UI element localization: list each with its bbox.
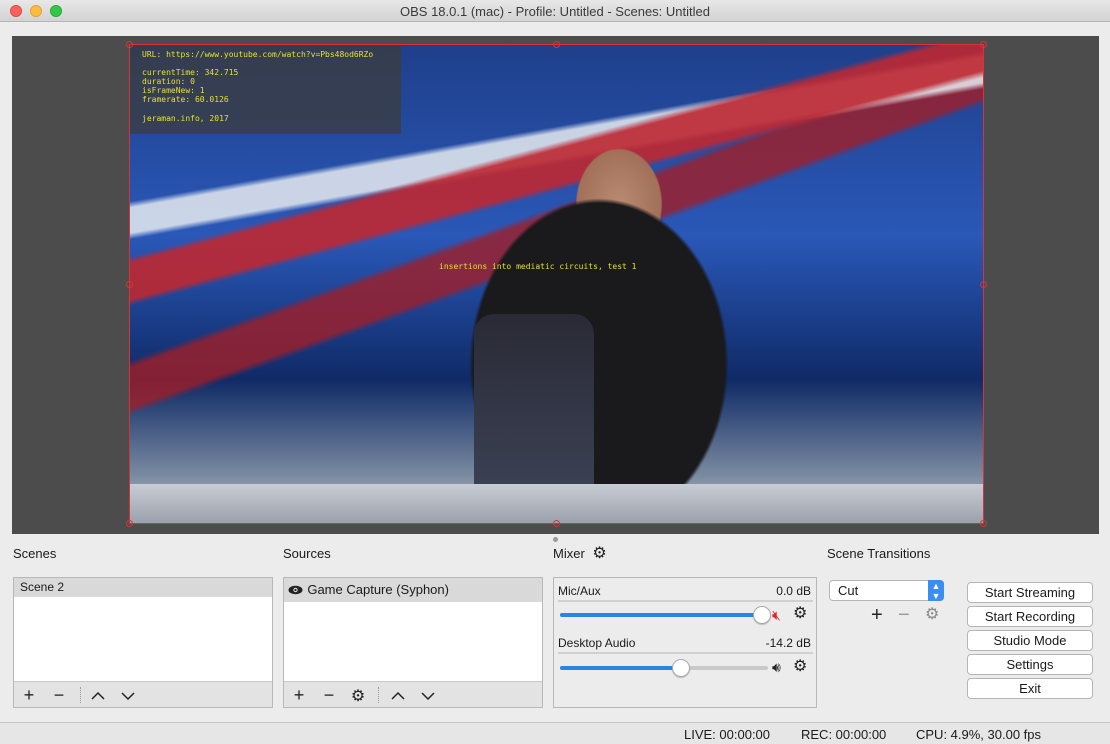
move-scene-up-button[interactable] — [88, 685, 108, 705]
add-source-button[interactable]: + — [289, 685, 309, 705]
mixer-title: Mixer ⚙ — [553, 546, 607, 562]
remove-source-button[interactable]: − — [319, 685, 339, 705]
scene-transitions-title: Scene Transitions — [827, 546, 931, 561]
exit-button[interactable]: Exit — [967, 678, 1093, 699]
audio-mixer: Mic/Aux 0.0 dB 🔇︎ ⚙ Desktop Audio -14.2 … — [553, 577, 817, 708]
overlay-duration-line: duration: 0 — [142, 77, 195, 86]
window-title: OBS 18.0.1 (mac) - Profile: Untitled - S… — [400, 4, 710, 19]
add-scene-button[interactable]: + — [19, 685, 39, 705]
mic-aux-slider-knob[interactable] — [752, 606, 771, 624]
desktop-audio-meter — [558, 652, 813, 654]
scene-item[interactable]: Scene 2 — [14, 578, 272, 597]
scenes-title: Scenes — [13, 546, 57, 561]
mic-aux-settings-button[interactable]: ⚙ — [793, 606, 807, 622]
chevron-up-icon — [391, 691, 405, 700]
video-source-frame[interactable]: URL: https://www.youtube.com/watch?v=Pbs… — [129, 44, 984, 524]
scenes-toolbar: + − — [14, 681, 272, 707]
move-source-up-button[interactable] — [388, 685, 408, 705]
resize-handle-bottom-right[interactable] — [980, 520, 987, 527]
start-recording-button[interactable]: Start Recording — [967, 606, 1093, 627]
eye-icon[interactable] — [288, 579, 304, 603]
resize-handle-bottom[interactable] — [553, 520, 560, 527]
cpu-fps-readout: CPU: 4.9%, 30.00 fps — [916, 727, 1042, 742]
chevron-up-icon — [91, 691, 105, 700]
title-bar: OBS 18.0.1 (mac) - Profile: Untitled - S… — [0, 0, 1110, 22]
dock-splitter-handle[interactable] — [553, 537, 558, 542]
transition-select[interactable]: Cut ▲ ▼ — [829, 580, 944, 601]
video-caption: insertions into mediatic circuits, test … — [439, 262, 637, 271]
mic-aux-volume-slider[interactable] — [560, 613, 768, 617]
mic-aux-meter — [558, 600, 813, 602]
remove-scene-button[interactable]: − — [49, 685, 69, 705]
resize-handle-right[interactable] — [980, 281, 987, 288]
sources-toolbar: + − ⚙ — [284, 681, 542, 707]
mic-aux-db: 0.0 dB — [776, 584, 811, 598]
preview-canvas[interactable]: URL: https://www.youtube.com/watch?v=Pbs… — [12, 36, 1099, 534]
resize-handle-left[interactable] — [126, 281, 133, 288]
speaker-muted-icon[interactable]: 🔇︎ — [772, 607, 781, 624]
mic-aux-slider-fill — [560, 613, 762, 617]
rec-timer: REC: 00:00:00 — [801, 727, 887, 742]
desktop-audio-volume-slider[interactable] — [560, 666, 768, 670]
speaker-icon[interactable]: 🔊︎ — [772, 659, 781, 676]
mixer-title-label: Mixer — [553, 546, 585, 561]
debug-overlay: URL: https://www.youtube.com/watch?v=Pbs… — [129, 44, 401, 134]
desktop-audio-slider-knob[interactable] — [671, 659, 690, 677]
resize-handle-top-left[interactable] — [126, 41, 133, 48]
transition-select-value: Cut — [838, 583, 859, 598]
status-bar: LIVE: 00:00:00 REC: 00:00:00 CPU: 4.9%, … — [0, 722, 1110, 744]
overlay-currenttime-line: currentTime: 342.715 — [142, 68, 239, 77]
mic-aux-label: Mic/Aux — [558, 584, 601, 598]
live-timer: LIVE: 00:00:00 — [684, 727, 771, 742]
settings-button[interactable]: Settings — [967, 654, 1093, 675]
overlay-url-line: URL: https://www.youtube.com/watch?v=Pbs… — [142, 50, 374, 59]
overlay-credit-line: jeraman.info, 2017 — [142, 114, 229, 123]
resize-handle-top-right[interactable] — [980, 41, 987, 48]
overlay-isframenew-line: isFrameNew: 1 — [142, 86, 205, 95]
mixer-settings-gear-icon[interactable]: ⚙ — [592, 546, 606, 562]
start-streaming-button[interactable]: Start Streaming — [967, 582, 1093, 603]
desktop-audio-slider-fill — [560, 666, 681, 670]
scenes-list[interactable]: Scene 2 + − — [13, 577, 273, 708]
desktop-audio-label: Desktop Audio — [558, 636, 636, 650]
desktop-audio-db: -14.2 dB — [765, 636, 811, 650]
updown-arrows-icon: ▲ ▼ — [928, 580, 944, 601]
chevron-down-icon — [421, 692, 435, 701]
chevron-down-icon — [121, 692, 135, 701]
gear-icon: ⚙ — [793, 658, 808, 675]
video-desk-graphic — [129, 484, 984, 524]
overlay-framerate-line: framerate: 60.0126 — [142, 95, 229, 104]
gear-icon: ⚙ — [350, 688, 366, 705]
remove-transition-button[interactable]: − — [898, 604, 910, 627]
move-source-down-button[interactable] — [418, 685, 438, 705]
transition-properties-button[interactable]: ⚙ — [925, 607, 939, 623]
sources-title: Sources — [283, 546, 331, 561]
toolbar-separator — [378, 687, 379, 703]
resize-handle-top[interactable] — [553, 41, 560, 48]
studio-mode-button[interactable]: Studio Mode — [967, 630, 1093, 651]
gear-icon: ⚙ — [925, 606, 940, 623]
desktop-audio-settings-button[interactable]: ⚙ — [793, 659, 807, 675]
source-item-label: Game Capture (Syphon) — [307, 582, 449, 597]
source-properties-button[interactable]: ⚙ — [348, 685, 368, 705]
source-item[interactable]: Game Capture (Syphon) — [284, 578, 542, 602]
gear-icon: ⚙ — [793, 605, 808, 622]
resize-handle-bottom-left[interactable] — [126, 520, 133, 527]
move-scene-down-button[interactable] — [118, 685, 138, 705]
add-transition-button[interactable]: + — [871, 604, 883, 627]
sources-list[interactable]: Game Capture (Syphon) + − ⚙ — [283, 577, 543, 708]
toolbar-separator — [80, 687, 81, 703]
